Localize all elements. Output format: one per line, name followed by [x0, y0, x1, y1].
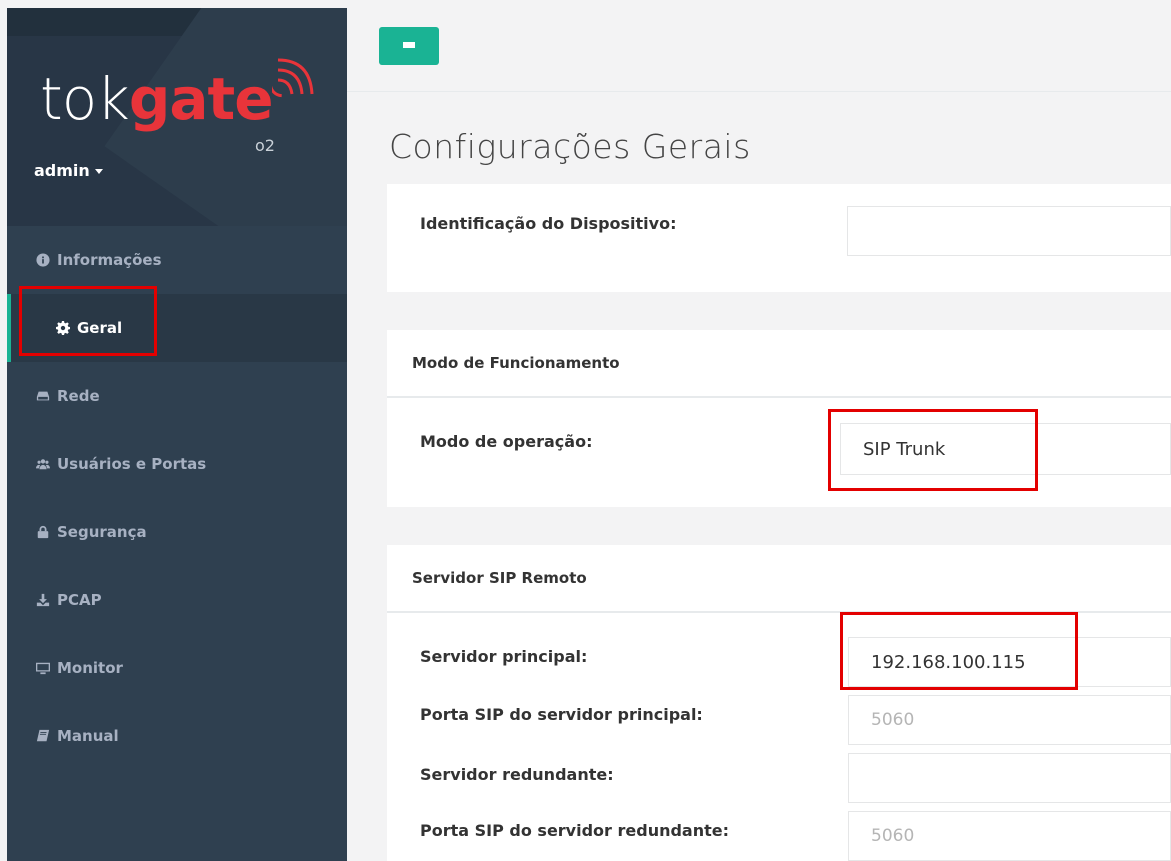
- hamburger-icon: [403, 41, 415, 51]
- menu-toggle-button[interactable]: [379, 27, 439, 65]
- mode-section-title: Modo de Funcionamento: [387, 330, 1171, 398]
- mode-panel: Modo de Funcionamento Modo de operação: …: [387, 330, 1171, 507]
- sidebar-item-label: PCAP: [57, 591, 102, 609]
- redundant-port-label: Porta SIP do servidor redundante:: [420, 821, 730, 840]
- sidebar-item-seguranca[interactable]: Segurança: [7, 498, 347, 566]
- signal-icon: [272, 58, 314, 98]
- redundant-port-input[interactable]: 5060: [848, 811, 1171, 861]
- redundant-server-label: Servidor redundante:: [420, 765, 614, 784]
- sidebar-nav: Informações Geral Rede Usuários e Portas…: [7, 226, 347, 770]
- sidebar-item-label: Usuários e Portas: [57, 455, 207, 473]
- sidebar-item-label: Manual: [57, 727, 119, 745]
- book-icon: [35, 728, 51, 744]
- user-name: admin: [34, 161, 90, 180]
- sidebar-item-label: Rede: [57, 387, 100, 405]
- device-panel: Identificação do Dispositivo:: [387, 184, 1171, 292]
- sip-panel: Servidor SIP Remoto Servidor principal: …: [387, 545, 1171, 861]
- hdd-icon: [35, 388, 51, 404]
- lock-icon: [35, 524, 51, 540]
- sidebar-item-label: Informações: [57, 251, 162, 269]
- caret-down-icon: [94, 169, 103, 174]
- topbar: [347, 0, 1171, 92]
- primary-port-input[interactable]: 5060: [848, 695, 1171, 745]
- primary-server-input[interactable]: 192.168.100.115: [848, 637, 1171, 687]
- logo-prefix: tok: [40, 65, 130, 133]
- sidebar-item-pcap[interactable]: PCAP: [7, 566, 347, 634]
- logo-suffix: gate: [128, 65, 274, 133]
- page-title: Configurações Gerais: [389, 127, 751, 166]
- info-icon: [35, 252, 51, 268]
- sidebar-item-rede[interactable]: Rede: [7, 362, 347, 430]
- sidebar-item-monitor[interactable]: Monitor: [7, 634, 347, 702]
- sidebar-item-usuarios-portas[interactable]: Usuários e Portas: [7, 430, 347, 498]
- sidebar-item-label: Monitor: [57, 659, 123, 677]
- user-menu[interactable]: admin: [34, 161, 103, 180]
- sidebar: tokgate o2 admin Informações Geral Rede …: [7, 8, 347, 861]
- logo-sub: o2: [255, 136, 275, 155]
- download-icon: [35, 592, 51, 608]
- sidebar-item-manual[interactable]: Manual: [7, 702, 347, 770]
- sidebar-item-label: Segurança: [57, 523, 147, 541]
- primary-server-label: Servidor principal:: [420, 647, 588, 666]
- logo: tokgate: [40, 70, 274, 128]
- sidebar-item-label: Geral: [77, 319, 123, 337]
- users-icon: [35, 456, 51, 472]
- primary-port-label: Porta SIP do servidor principal:: [420, 705, 703, 724]
- monitor-icon: [35, 660, 51, 676]
- device-id-label: Identificação do Dispositivo:: [420, 214, 677, 233]
- sip-section-title: Servidor SIP Remoto: [387, 545, 1171, 613]
- mode-label: Modo de operação:: [420, 432, 593, 451]
- gear-icon: [55, 320, 71, 336]
- mode-select[interactable]: SIP Trunk: [840, 423, 1171, 475]
- sidebar-header: tokgate o2 admin: [7, 8, 347, 226]
- sidebar-item-geral[interactable]: Geral: [7, 294, 347, 362]
- device-id-input[interactable]: [847, 206, 1171, 256]
- redundant-server-input[interactable]: [848, 753, 1171, 803]
- sidebar-item-informacoes[interactable]: Informações: [7, 226, 347, 294]
